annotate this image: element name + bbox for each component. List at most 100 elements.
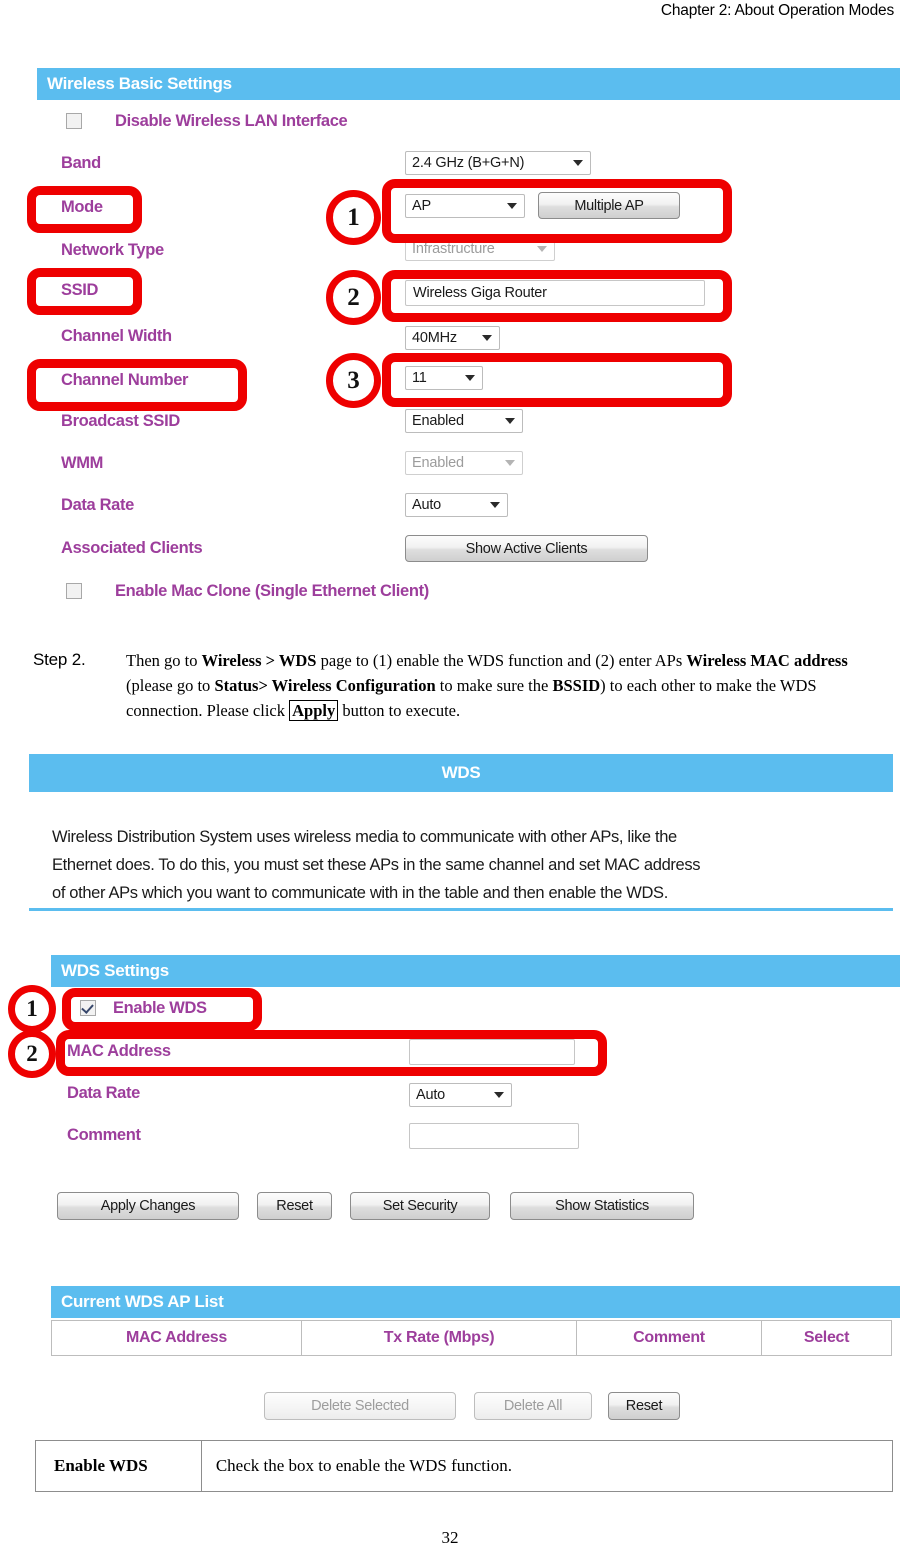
column-header-comment: Comment bbox=[577, 1321, 762, 1355]
data-rate-label: Data Rate bbox=[61, 496, 134, 514]
channel-width-label: Channel Width bbox=[61, 327, 172, 345]
wds-header: WDS bbox=[29, 754, 893, 792]
step2-line1-c: page to (1) enable the WDS function and … bbox=[316, 651, 683, 670]
chevron-down-icon bbox=[494, 1092, 504, 1098]
channel-number-value: 11 bbox=[412, 370, 427, 386]
mode-label: Mode bbox=[61, 198, 103, 216]
delete-selected-button[interactable]: Delete Selected bbox=[264, 1392, 456, 1420]
apply-changes-label: Apply Changes bbox=[100, 1198, 196, 1214]
network-type-select: Infrastructure bbox=[405, 237, 555, 261]
show-active-clients-label: Show Active Clients bbox=[465, 540, 588, 557]
chevron-down-icon bbox=[465, 375, 475, 381]
network-type-label: Network Type bbox=[61, 241, 164, 259]
annotation-marker-1: 1 bbox=[326, 190, 381, 245]
wds-description-line-1: Wireless Distribution System uses wirele… bbox=[52, 828, 677, 846]
wds-comment-input[interactable] bbox=[409, 1123, 579, 1149]
enable-mac-clone-checkbox[interactable] bbox=[66, 583, 82, 599]
step2-line2-b: (please go to bbox=[126, 676, 215, 695]
band-value: 2.4 GHz (B+G+N) bbox=[412, 155, 525, 171]
chevron-down-icon bbox=[505, 418, 515, 424]
broadcast-ssid-value: Enabled bbox=[412, 413, 464, 429]
show-active-clients-button[interactable]: Show Active Clients bbox=[405, 535, 648, 562]
mode-select[interactable]: AP bbox=[405, 194, 525, 218]
step2-label: Step 2. bbox=[33, 650, 86, 669]
disable-wireless-lan-checkbox[interactable] bbox=[66, 113, 82, 129]
wds-description-line-3: of other APs which you want to communica… bbox=[52, 884, 668, 902]
delete-all-button[interactable]: Delete All bbox=[474, 1392, 592, 1420]
wds-data-rate-label: Data Rate bbox=[67, 1084, 140, 1102]
chevron-down-icon bbox=[507, 203, 517, 209]
wds-settings-title: WDS Settings bbox=[61, 961, 169, 980]
step2-line1-b: Wireless > WDS bbox=[201, 651, 317, 670]
band-select[interactable]: 2.4 GHz (B+G+N) bbox=[405, 151, 591, 175]
current-wds-ap-list-header: Current WDS AP List bbox=[51, 1286, 900, 1318]
network-type-value: Infrastructure bbox=[412, 241, 495, 257]
aplist-reset-label: Reset bbox=[625, 1398, 663, 1414]
wds-description-line-2: Ethernet does. To do this, you must set … bbox=[52, 856, 701, 874]
wmm-value: Enabled bbox=[412, 455, 464, 471]
step2-line1-a: Then go to bbox=[126, 651, 202, 670]
associated-clients-label: Associated Clients bbox=[61, 539, 203, 557]
data-rate-select[interactable]: Auto bbox=[405, 493, 508, 517]
annotation-marker-3-text: 3 bbox=[347, 366, 360, 394]
annotation-marker-2-text: 2 bbox=[347, 283, 360, 311]
data-rate-value: Auto bbox=[412, 497, 442, 513]
page-number: 32 bbox=[441, 1528, 459, 1547]
set-security-button[interactable]: Set Security bbox=[350, 1192, 490, 1220]
step2-line3-a: BSSID bbox=[552, 676, 601, 695]
channel-width-value: 40MHz bbox=[412, 330, 457, 346]
enable-wds-checkbox[interactable] bbox=[80, 1000, 96, 1016]
broadcast-ssid-label: Broadcast SSID bbox=[61, 412, 180, 430]
chevron-down-icon bbox=[490, 502, 500, 508]
annotation-marker-wds-1: 1 bbox=[8, 985, 56, 1033]
annotation-marker-2: 2 bbox=[326, 270, 381, 325]
wds-mac-address-label: MAC Address bbox=[67, 1042, 171, 1060]
set-security-label: Set Security bbox=[382, 1198, 458, 1214]
multiple-ap-button[interactable]: Multiple AP bbox=[538, 192, 680, 219]
column-header-mac-address: MAC Address bbox=[52, 1321, 302, 1355]
chevron-down-icon bbox=[505, 460, 515, 466]
wds-data-rate-value: Auto bbox=[416, 1087, 446, 1103]
enable-wds-label: Enable WDS bbox=[113, 999, 207, 1017]
ssid-input[interactable]: Wireless Giga Router bbox=[405, 280, 705, 306]
annotation-marker-1-text: 1 bbox=[347, 203, 360, 231]
channel-number-select[interactable]: 11 bbox=[405, 366, 483, 390]
step2-line2-d: to make sure the bbox=[435, 676, 549, 695]
step2-paragraph: Then go to Wireless > WDS page to (1) en… bbox=[126, 648, 891, 723]
wds-data-rate-select[interactable]: Auto bbox=[409, 1083, 512, 1107]
wmm-label: WMM bbox=[61, 454, 104, 472]
wds-comment-label: Comment bbox=[67, 1126, 141, 1144]
wds-divider bbox=[29, 908, 893, 911]
ssid-label: SSID bbox=[61, 281, 99, 299]
wds-mac-address-input[interactable] bbox=[409, 1039, 575, 1065]
chevron-down-icon bbox=[482, 335, 492, 341]
step2-line3-d: button to execute. bbox=[338, 701, 461, 720]
show-statistics-label: Show Statistics bbox=[555, 1198, 649, 1214]
column-header-select: Select bbox=[803, 1329, 850, 1346]
annotation-marker-wds-2: 2 bbox=[8, 1030, 56, 1078]
delete-all-label: Delete All bbox=[503, 1398, 563, 1414]
annotation-marker-3: 3 bbox=[326, 353, 381, 408]
aplist-reset-button[interactable]: Reset bbox=[608, 1392, 680, 1420]
step2-line2-c: Status> Wireless Configuration bbox=[214, 676, 436, 695]
wds-settings-header: WDS Settings bbox=[51, 955, 900, 987]
band-label: Band bbox=[61, 154, 101, 172]
wds-title: WDS bbox=[441, 763, 481, 782]
disable-wireless-lan-label: Disable Wireless LAN Interface bbox=[115, 112, 348, 130]
current-wds-ap-list-table: MAC Address Tx Rate (Mbps) Comment Selec… bbox=[51, 1320, 892, 1356]
apply-changes-button[interactable]: Apply Changes bbox=[57, 1192, 239, 1220]
running-header: Chapter 2: About Operation Modes bbox=[660, 2, 894, 19]
channel-width-select[interactable]: 40MHz bbox=[405, 326, 500, 350]
delete-selected-label: Delete Selected bbox=[311, 1398, 409, 1414]
wds-reset-button[interactable]: Reset bbox=[257, 1192, 332, 1220]
broadcast-ssid-select[interactable]: Enabled bbox=[405, 409, 523, 433]
show-statistics-button[interactable]: Show Statistics bbox=[510, 1192, 694, 1220]
channel-number-label: Channel Number bbox=[61, 371, 189, 389]
wireless-basic-settings-header: Wireless Basic Settings bbox=[37, 68, 900, 100]
annotation-marker-wds-2-text: 2 bbox=[26, 1041, 38, 1066]
step2-line2-a: Wireless MAC address bbox=[686, 651, 848, 670]
wds-description: Wireless Distribution System uses wirele… bbox=[52, 823, 882, 907]
multiple-ap-label: Multiple AP bbox=[574, 197, 644, 214]
wireless-basic-settings-title: Wireless Basic Settings bbox=[47, 74, 232, 93]
chevron-down-icon bbox=[537, 246, 547, 252]
